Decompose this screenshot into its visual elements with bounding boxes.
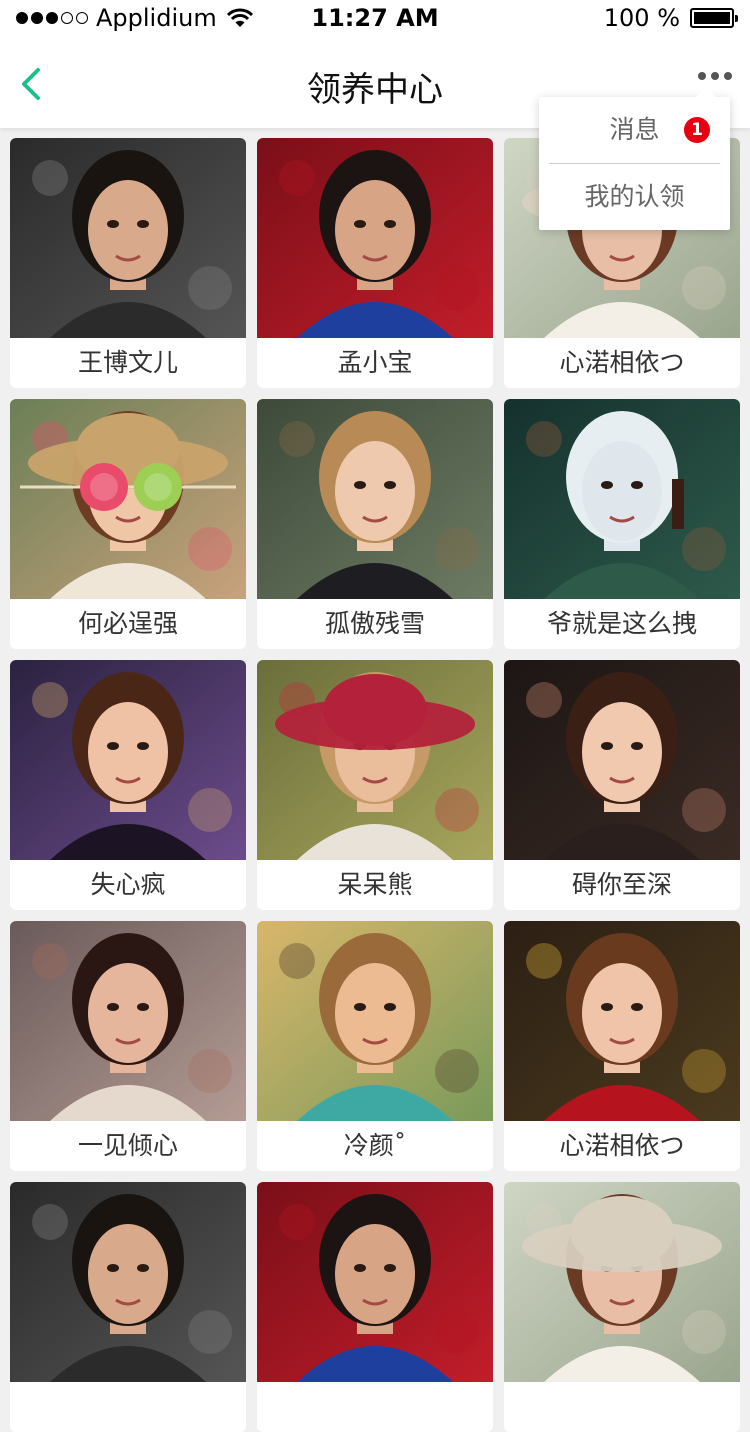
card-photo	[257, 660, 493, 860]
card-name	[504, 1382, 740, 1432]
more-dots-icon	[698, 72, 706, 80]
card-photo	[504, 1182, 740, 1382]
card-photo	[504, 921, 740, 1121]
adoption-card[interactable]	[504, 1182, 740, 1432]
portrait-image	[257, 660, 493, 860]
adoption-card[interactable]: 碍你至深	[504, 660, 740, 910]
menu-item-label: 我的认领	[584, 182, 685, 211]
card-name	[10, 1382, 246, 1432]
card-photo	[10, 1182, 246, 1382]
battery-percent: 100 %	[603, 4, 680, 32]
menu-item-label: 消息	[609, 115, 660, 144]
card-name: 孟小宝	[337, 348, 413, 377]
portrait-image	[257, 399, 493, 599]
portrait-image	[504, 921, 740, 1121]
card-photo	[257, 1182, 493, 1382]
portrait-image	[257, 1182, 493, 1382]
adoption-card[interactable]	[257, 1182, 493, 1432]
adoption-card[interactable]: 孟小宝	[257, 138, 493, 388]
portrait-image	[10, 138, 246, 338]
card-photo	[10, 138, 246, 338]
card-photo	[504, 660, 740, 860]
more-button[interactable]	[698, 72, 732, 80]
adoption-card[interactable]: 一见倾心	[10, 921, 246, 1171]
battery-icon	[690, 8, 738, 28]
card-name: 一见倾心	[77, 1131, 178, 1160]
adoption-card[interactable]: 王博文儿	[10, 138, 246, 388]
portrait-image	[257, 921, 493, 1121]
card-name: 爷就是这么拽	[546, 609, 697, 638]
card-name: 呆呆熊	[337, 870, 413, 899]
card-photo	[10, 921, 246, 1121]
card-name: 碍你至深	[571, 870, 672, 899]
adoption-card[interactable]: 失心疯	[10, 660, 246, 910]
card-name: 失心疯	[90, 870, 166, 899]
more-menu: 消息 1 我的认领	[539, 87, 730, 230]
portrait-image	[257, 138, 493, 338]
card-name: 王博文儿	[77, 348, 178, 377]
adoption-card[interactable]: 孤傲残雪	[257, 399, 493, 649]
portrait-image	[10, 921, 246, 1121]
card-name: 心渃相依つ	[559, 348, 685, 377]
adoption-card[interactable]	[10, 1182, 246, 1432]
card-photo	[10, 660, 246, 860]
portrait-image	[10, 660, 246, 860]
menu-item-messages[interactable]: 消息 1	[539, 97, 730, 163]
adoption-card[interactable]: 心渃相依つ	[504, 921, 740, 1171]
portrait-image	[10, 399, 246, 599]
adoption-card[interactable]: 何必逞强	[10, 399, 246, 649]
card-photo	[257, 138, 493, 338]
card-photo	[257, 399, 493, 599]
adoption-card[interactable]: 呆呆熊	[257, 660, 493, 910]
menu-item-my-adoptions[interactable]: 我的认领	[539, 164, 730, 230]
card-name	[257, 1382, 493, 1432]
card-name: 孤傲残雪	[324, 609, 425, 638]
card-photo	[257, 921, 493, 1121]
card-photo	[504, 399, 740, 599]
card-photo	[10, 399, 246, 599]
status-bar: Applidium 11:27 AM 100 %	[0, 0, 750, 40]
portrait-image	[504, 660, 740, 860]
portrait-image	[504, 399, 740, 599]
portrait-image	[504, 1182, 740, 1382]
card-name: 心渃相依つ	[559, 1131, 685, 1160]
adoption-card[interactable]: 冷颜˚	[257, 921, 493, 1171]
card-name: 何必逞强	[77, 609, 178, 638]
card-name: 冷颜˚	[343, 1131, 407, 1160]
unread-badge: 1	[684, 117, 710, 143]
status-right: 100 %	[603, 4, 738, 32]
portrait-image	[10, 1182, 246, 1382]
adoption-card[interactable]: 爷就是这么拽	[504, 399, 740, 649]
